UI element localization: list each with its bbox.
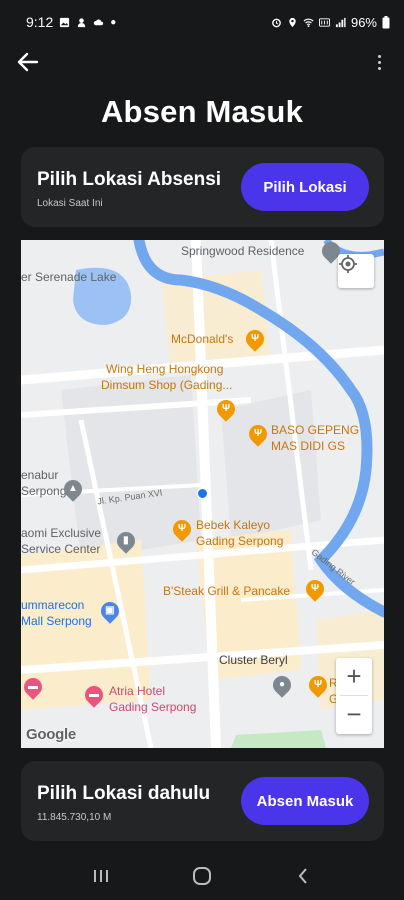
arrow-left-icon xyxy=(17,52,39,72)
status-bar: 9:12 ● 96% xyxy=(0,0,404,44)
zoom-in-button[interactable]: + xyxy=(336,658,372,695)
label-bebek-line2: Gading Serpong xyxy=(196,534,284,548)
signal-icon xyxy=(335,17,346,27)
dot-icon: ● xyxy=(110,16,117,28)
label-atria-line2: Gading Serpong xyxy=(109,700,197,714)
recent-apps-button[interactable] xyxy=(81,856,121,896)
attendance-card: Pilih Lokasi dahulu 11.845.730,10 M Abse… xyxy=(21,761,384,841)
home-icon xyxy=(192,867,211,885)
label-summarecon-line1: ummarecon xyxy=(21,598,85,612)
back-nav-button[interactable] xyxy=(283,856,323,896)
app-bar xyxy=(0,44,404,80)
label-enabur-line1: enabur xyxy=(21,468,59,482)
gallery-icon xyxy=(60,17,70,27)
label-bsteak: B'Steak Grill & Pancake xyxy=(163,584,291,598)
status-time: 9:12 xyxy=(26,14,54,30)
label-wingheng-line2: Dimsum Shop (Gading... xyxy=(101,378,233,392)
label-baso-line1: BASO GEPENG xyxy=(271,423,360,437)
label-springwood: Springwood Residence xyxy=(181,244,305,258)
more-options-button[interactable] xyxy=(372,50,386,74)
home-button[interactable] xyxy=(182,856,222,896)
label-atria-line1: Atria Hotel xyxy=(109,684,166,698)
pilih-lokasi-button[interactable]: Pilih Lokasi xyxy=(241,163,369,211)
page-title: Absen Masuk xyxy=(100,94,304,129)
location-card-subtitle: Lokasi Saat Ini xyxy=(37,198,103,209)
crosshair-icon xyxy=(339,255,357,273)
recent-apps-icon xyxy=(93,870,108,882)
absen-masuk-button[interactable]: Absen Masuk xyxy=(241,777,369,825)
zoom-out-button[interactable]: − xyxy=(336,696,372,733)
label-xiaomi-line2: Service Center xyxy=(21,542,101,556)
distance-value: 11.845.730,10 M xyxy=(37,812,112,823)
label-wingheng-line1: Wing Heng Hongkong xyxy=(106,362,224,376)
google-logo: Google xyxy=(26,726,76,743)
label-serenade: er Serenade Lake xyxy=(21,270,117,284)
back-button[interactable] xyxy=(14,48,42,76)
current-location-dot xyxy=(197,488,208,499)
label-cluster-beryl: Cluster Beryl xyxy=(219,653,288,667)
location-icon xyxy=(289,17,296,27)
chevron-left-icon xyxy=(298,868,308,884)
battery-percent: 96% xyxy=(350,14,377,30)
volte-icon xyxy=(318,17,330,27)
label-baso-line2: MAS DIDI GS xyxy=(271,439,346,453)
more-vertical-icon xyxy=(377,54,381,58)
label-bebek-line1: Bebek Kaleyo xyxy=(196,518,271,532)
label-xiaomi-line1: aomi Exclusive xyxy=(21,526,102,540)
cloud-icon xyxy=(94,19,104,25)
my-location-button[interactable] xyxy=(338,254,374,288)
label-enabur-line2: Serpong xyxy=(21,484,67,498)
map-view[interactable]: Springwood Residence er Serenade Lake Mc… xyxy=(21,240,384,748)
label-summarecon-line2: Mall Serpong xyxy=(21,614,92,628)
attendance-card-heading: Pilih Lokasi dahulu xyxy=(37,783,211,804)
wifi-icon xyxy=(303,18,314,27)
battery-icon xyxy=(382,15,390,28)
label-mcdonalds: McDonald's xyxy=(171,332,234,346)
notification-icon xyxy=(78,17,86,27)
system-nav-bar xyxy=(0,852,404,900)
zoom-controls: + − xyxy=(336,658,372,734)
alarm-icon xyxy=(272,18,281,27)
location-card-heading: Pilih Lokasi Absensi xyxy=(37,169,222,190)
location-card: Pilih Lokasi Absensi Lokasi Saat Ini Pil… xyxy=(21,147,384,227)
